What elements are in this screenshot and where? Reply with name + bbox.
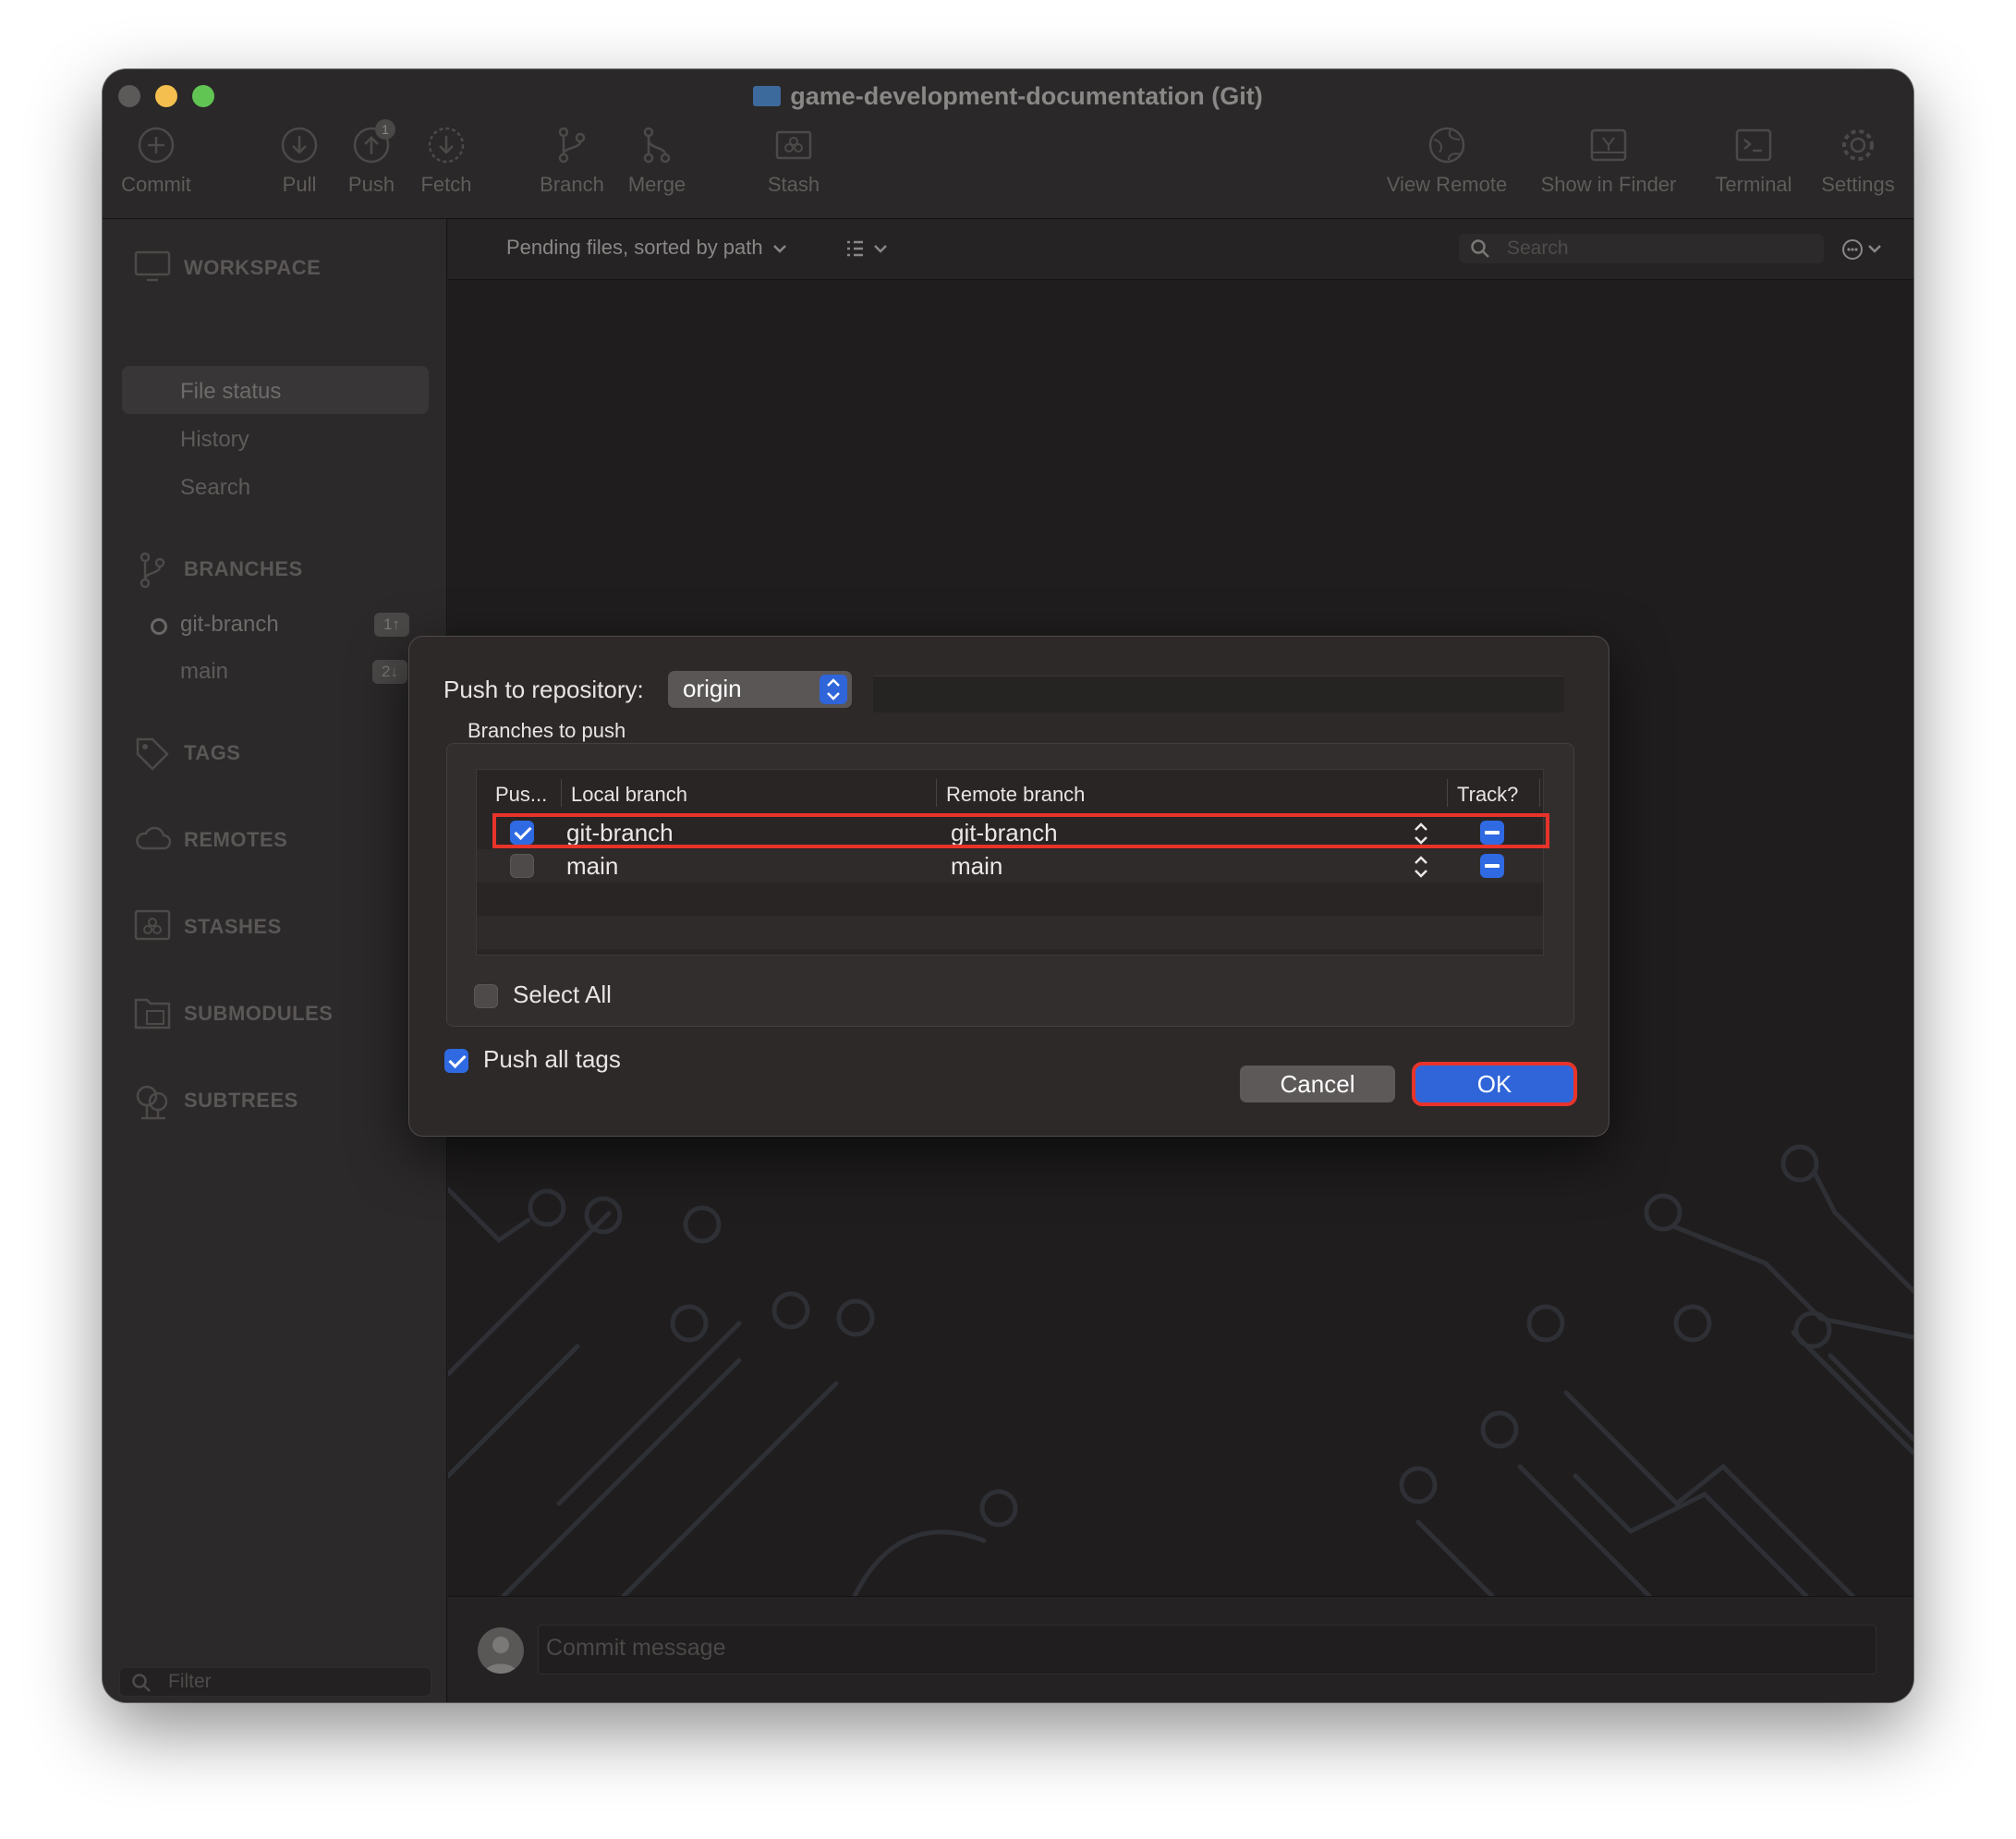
sidebar-item-search[interactable]: Search — [180, 475, 250, 501]
show-in-finder-button[interactable]: Show in Finder — [1535, 125, 1682, 197]
terminal-icon — [1735, 128, 1772, 162]
column-remote-branch[interactable]: Remote branch — [946, 783, 1085, 807]
user-icon — [484, 1637, 517, 1674]
ahead-badge: 1↑ — [374, 613, 409, 637]
main-toolbar: Pending files, sorted by path Search — [448, 219, 1913, 280]
repository-select[interactable]: origin — [668, 671, 852, 708]
search-input[interactable]: Search — [1459, 234, 1824, 263]
toolbar: game-development-documentation (Git) Com… — [103, 69, 1913, 219]
tree-icon — [136, 1085, 168, 1120]
push-button[interactable]: 1 Push — [339, 119, 404, 197]
cancel-button[interactable]: Cancel — [1240, 1066, 1395, 1102]
pull-button[interactable]: Pull — [267, 125, 332, 197]
empty-row — [477, 883, 1543, 916]
remote-branch-cell[interactable]: main — [951, 852, 1002, 881]
stash-icon — [134, 909, 171, 941]
section-stashes[interactable]: STASHES — [134, 909, 282, 941]
window-title: game-development-documentation (Git) — [103, 82, 1913, 111]
branches-table: Pus... Local branch Remote branch Track?… — [476, 769, 1544, 956]
push-checkbox[interactable] — [510, 854, 534, 878]
push-to-repository-label: Push to repository: — [443, 676, 644, 703]
chevron-down-icon — [772, 245, 786, 253]
search-icon — [132, 1674, 151, 1692]
column-local-branch[interactable]: Local branch — [571, 783, 687, 807]
push-count-badge: 1 — [375, 119, 395, 140]
fetch-button[interactable]: Fetch — [409, 125, 483, 197]
terminal-button[interactable]: Terminal — [1703, 125, 1804, 197]
track-toggle[interactable] — [1480, 854, 1504, 878]
branch-icon — [140, 552, 165, 589]
sidebar-item-git-branch[interactable]: git-branch — [180, 612, 279, 638]
local-branch-cell: main — [566, 852, 619, 880]
section-workspace[interactable]: WORKSPACE — [134, 250, 321, 282]
branches-to-push-label: Branches to push — [468, 719, 626, 742]
remote-branch-cell[interactable]: git-branch — [951, 819, 1058, 847]
section-subtrees[interactable]: SUBTREES — [134, 1085, 298, 1120]
merge-icon — [643, 127, 671, 164]
more-options-button[interactable] — [1841, 237, 1886, 266]
monitor-icon — [134, 250, 171, 282]
commit-button[interactable]: Commit — [119, 125, 193, 197]
table-header: Pus... Local branch Remote branch Track? — [477, 770, 1543, 816]
view-remote-button[interactable]: View Remote — [1382, 125, 1512, 197]
section-branches[interactable]: BRANCHES — [134, 552, 303, 589]
ellipsis-circle-icon — [1842, 239, 1881, 260]
avatar — [478, 1627, 524, 1674]
fetch-icon — [428, 127, 465, 164]
tag-icon — [136, 737, 169, 771]
globe-icon — [1428, 127, 1465, 164]
empty-row — [477, 916, 1543, 949]
behind-badge: 2↓ — [372, 660, 407, 684]
table-row[interactable]: git-branch git-branch — [477, 816, 1543, 849]
stepper-arrows-icon[interactable] — [1414, 822, 1428, 846]
push-checkbox[interactable] — [510, 821, 534, 845]
folder-icon — [134, 998, 171, 1029]
cloud-icon — [136, 826, 171, 850]
pull-icon — [281, 127, 318, 164]
ok-button[interactable]: OK — [1415, 1066, 1573, 1102]
repository-url-field — [873, 676, 1564, 712]
list-icon — [847, 240, 887, 257]
push-dialog: Push to repository: origin Branches to p… — [408, 636, 1609, 1137]
branch-icon — [558, 127, 586, 164]
plus-circle-icon — [138, 127, 175, 164]
settings-button[interactable]: Settings — [1812, 125, 1904, 197]
merge-button[interactable]: Merge — [620, 125, 694, 197]
stepper-arrows-icon[interactable] — [1414, 855, 1428, 879]
branch-button[interactable]: Branch — [535, 125, 609, 197]
sort-dropdown[interactable]: Pending files, sorted by path — [506, 236, 787, 260]
search-icon — [1471, 239, 1489, 258]
commit-area: Commit message — [448, 1596, 1913, 1702]
stash-button[interactable]: Stash — [757, 125, 831, 197]
view-mode-dropdown[interactable] — [845, 238, 892, 265]
up-down-arrows-icon — [820, 675, 847, 704]
sidebar-item-file-status[interactable]: File status — [180, 379, 281, 405]
sidebar-item-main[interactable]: main — [180, 659, 228, 685]
sidebar-item-history[interactable]: History — [180, 427, 249, 453]
current-branch-icon — [151, 618, 167, 635]
finder-icon — [1590, 128, 1627, 162]
table-row[interactable]: main main — [477, 849, 1543, 883]
circuit-background — [448, 1144, 1913, 1596]
local-branch-cell: git-branch — [566, 819, 674, 846]
section-remotes[interactable]: REMOTES — [134, 826, 287, 852]
section-tags[interactable]: TAGS — [134, 737, 240, 771]
sidebar: WORKSPACE File status History Search BRA… — [103, 219, 447, 1702]
column-track[interactable]: Track? — [1457, 783, 1518, 807]
folder-icon — [753, 86, 782, 106]
section-submodules[interactable]: SUBMODULES — [134, 998, 333, 1029]
column-push[interactable]: Pus... — [495, 783, 547, 807]
sidebar-filter-input[interactable]: Filter — [119, 1667, 431, 1697]
stash-icon — [775, 130, 812, 160]
track-toggle[interactable] — [1480, 821, 1504, 845]
commit-message-input[interactable]: Commit message — [538, 1625, 1876, 1675]
gear-icon — [1842, 129, 1874, 161]
